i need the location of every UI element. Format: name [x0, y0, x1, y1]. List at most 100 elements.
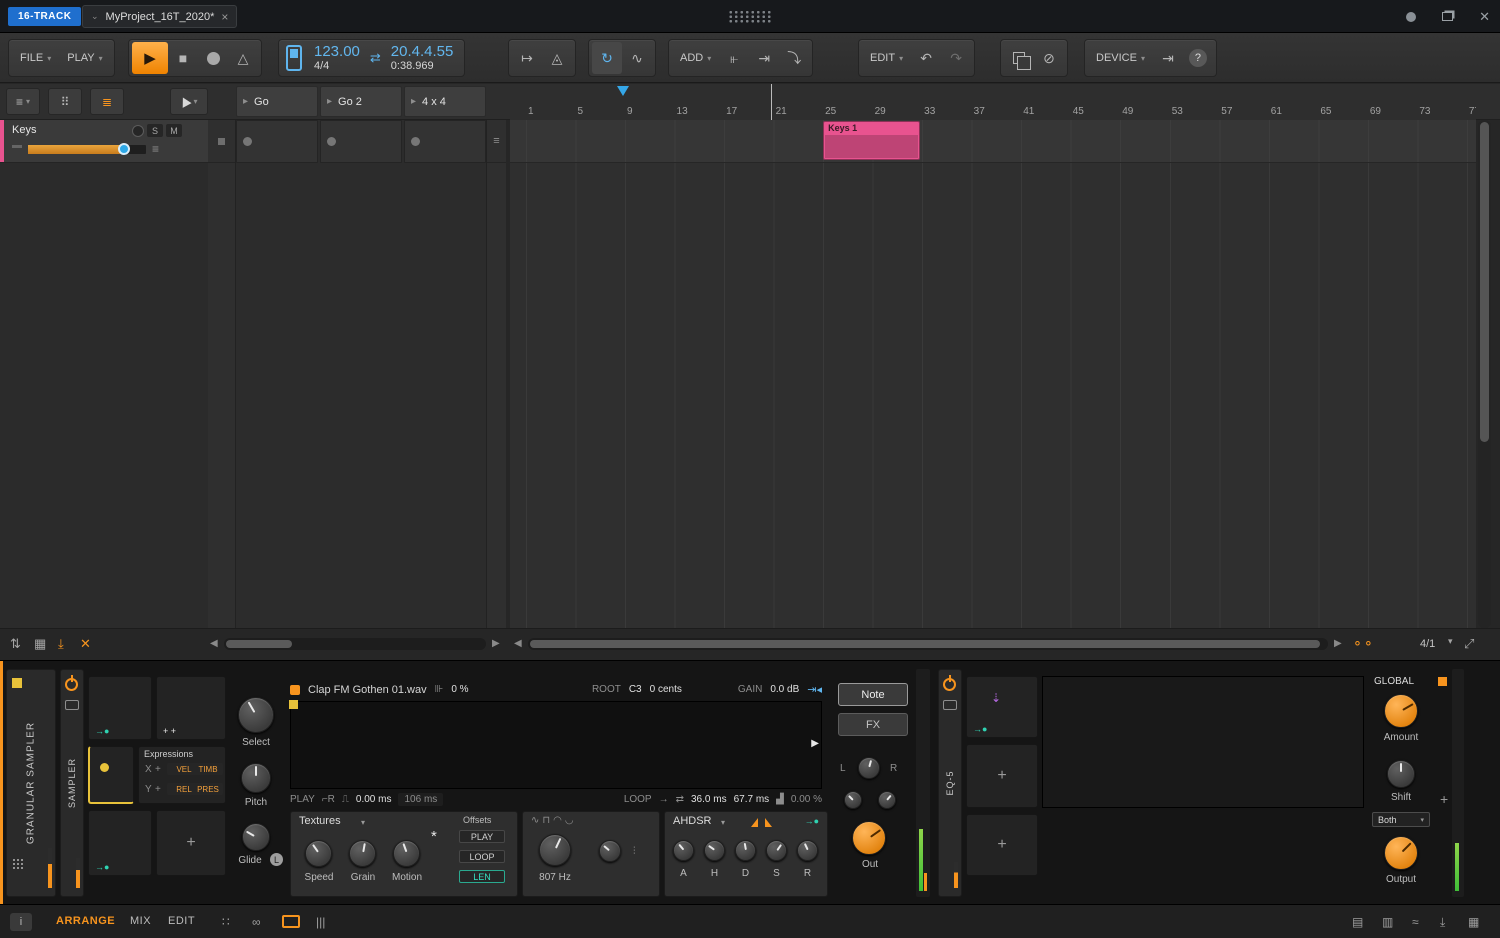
timeline-ruler[interactable]: 1 5 9 13 17 21 25 29 33 37 41 45 49 53 57 61 65 69 73 77 — [510, 84, 1476, 120]
reverse-icon[interactable]: ⌐R — [322, 794, 335, 805]
eq-power-button[interactable] — [943, 675, 956, 691]
columns-icon[interactable]: ||| — [316, 915, 325, 929]
play-scene-icon[interactable]: ▸ — [411, 96, 416, 107]
launcher-scrollbar-thumb[interactable] — [226, 640, 292, 648]
solo-button[interactable]: S — [147, 124, 163, 137]
redo-icon[interactable]: ↷ — [941, 42, 971, 74]
drag-handle-icon[interactable] — [12, 858, 24, 870]
loop-toggle-icon[interactable]: ↻ — [592, 42, 622, 74]
device-button[interactable]: DEVICE ▾ — [1088, 42, 1153, 74]
swing-icon[interactable]: ∿ — [622, 42, 652, 74]
timb-button[interactable]: TIMB — [193, 763, 223, 775]
eq-add-mod-slot-2[interactable]: + — [966, 814, 1038, 876]
ruler-tick[interactable]: 53 — [1172, 106, 1183, 117]
ruler-tick[interactable]: 69 — [1370, 106, 1381, 117]
clip-slot[interactable] — [236, 120, 318, 163]
xy-dot[interactable] — [100, 763, 109, 772]
filter-shape-icons[interactable]: ∿⊓◠◡ — [531, 815, 577, 826]
ruler-tick[interactable]: 57 — [1221, 106, 1232, 117]
y-add-icon[interactable]: + — [155, 784, 161, 795]
browser-panel-icon[interactable]: ▤ — [1352, 915, 1363, 929]
shift-knob[interactable] — [1387, 760, 1415, 788]
ruler-tick[interactable]: 1 — [528, 106, 534, 117]
ruler-tick[interactable]: 25 — [825, 106, 836, 117]
view-arrange[interactable]: ARRANGE — [56, 915, 115, 927]
project-tab-close-icon[interactable]: × — [221, 10, 228, 24]
grid-toggle-icon[interactable]: ▦ — [34, 636, 46, 652]
clip-stop-cell[interactable] — [208, 120, 235, 163]
ruler-tick[interactable]: 65 — [1320, 106, 1331, 117]
ruler-tick[interactable]: 37 — [974, 106, 985, 117]
view-mix[interactable]: MIX — [130, 915, 151, 927]
ramp-down-icon[interactable] — [765, 818, 772, 827]
delete-icon[interactable]: ⊘ — [1034, 42, 1064, 74]
record-slot-icon[interactable] — [243, 136, 252, 146]
offset-len-button[interactable]: LEN — [459, 870, 505, 883]
modulator-steps-widget[interactable]: →● — [88, 676, 152, 740]
project-template-badge[interactable]: 16-TRACK — [8, 7, 82, 26]
zoom-fit-icon[interactable]: ⇥◂ — [807, 683, 822, 696]
gain-value[interactable]: 0.0 dB — [770, 684, 799, 695]
eq-mod-route-icon[interactable]: →● — [973, 724, 987, 734]
record-slot-icon[interactable] — [411, 136, 420, 146]
volume-slider[interactable] — [28, 142, 146, 155]
launcher-scroll-right-icon[interactable]: ▶ — [492, 638, 500, 649]
insert-device-icon[interactable]: ⇥ — [1153, 42, 1183, 74]
glide-knob[interactable] — [242, 823, 270, 851]
launcher-scrollbar[interactable] — [224, 638, 486, 650]
spread-knob[interactable] — [878, 791, 896, 809]
position-display[interactable]: 20.4.4.55 0:38.969 — [383, 43, 462, 73]
arranger-scroll-right-icon[interactable]: ▶ — [1334, 638, 1342, 649]
project-tab[interactable]: ⌄ MyProject_16T_2020* × — [82, 5, 238, 28]
root-note[interactable]: C3 — [629, 684, 642, 695]
offset-play-button[interactable]: PLAY — [459, 830, 505, 843]
piano-panel-icon[interactable]: ▦ — [1468, 915, 1479, 929]
modulator-random-widget[interactable]: + + — [156, 676, 226, 740]
dual-display-icon[interactable]: ∷ — [222, 915, 230, 929]
help-icon[interactable]: ? — [1183, 42, 1213, 74]
filter-freq-knob[interactable] — [539, 834, 571, 866]
sample-file-name[interactable]: Clap FM Gothen 01.wav — [308, 684, 427, 696]
ruler-tick[interactable]: 61 — [1271, 106, 1282, 117]
device-handle-icon[interactable] — [12, 678, 22, 688]
eq5-device-rail[interactable]: EQ-5 — [938, 669, 962, 897]
play-scene-icon[interactable]: ▸ — [327, 96, 332, 107]
launcher-scroll-left-icon[interactable]: ◀ — [210, 638, 218, 649]
decay-knob[interactable] — [735, 840, 756, 861]
tap-tempo-icon[interactable]: △ — [228, 42, 258, 74]
active-display-icon[interactable] — [282, 915, 300, 928]
auto-scroll-icon[interactable]: ⤵ — [779, 42, 809, 74]
power-button[interactable] — [65, 675, 78, 691]
eq-handle-icon[interactable] — [1438, 677, 1447, 686]
loop-start-value[interactable]: 36.0 ms — [691, 794, 727, 805]
xy-modulator-widget[interactable] — [88, 746, 134, 804]
output-knob[interactable] — [1384, 836, 1418, 870]
fade-icon[interactable]: ⎍ — [342, 794, 349, 805]
offset-loop-button[interactable]: LOOP — [459, 850, 505, 863]
clip-slot[interactable] — [404, 120, 486, 163]
track-header[interactable]: Keys S M ≡ — [0, 120, 208, 163]
envelope-caret-icon[interactable]: ▾ — [721, 818, 725, 827]
monitor-icon[interactable] — [65, 700, 79, 710]
swap-arrows-icon[interactable]: ⇄ — [370, 50, 381, 66]
out-knob[interactable] — [852, 821, 886, 855]
textures-title[interactable]: Textures — [299, 815, 341, 827]
tempo-device-icon[interactable] — [286, 45, 302, 71]
view-edit[interactable]: EDIT — [168, 915, 195, 927]
modulator-curve-widget[interactable]: →● — [88, 810, 152, 876]
play-menu[interactable]: PLAY ▾ — [59, 42, 110, 74]
follow-playback-icon[interactable]: ⇥ — [749, 42, 779, 74]
download-panel-icon[interactable]: ⤓ — [1440, 915, 1445, 930]
eq-monitor-icon[interactable] — [943, 700, 957, 710]
scene-header-1[interactable]: ▸ Go — [236, 86, 318, 117]
ruler-tick[interactable]: 77 — [1469, 106, 1476, 117]
punch-in-icon[interactable]: ↦ — [512, 42, 542, 74]
mute-button[interactable]: M — [166, 124, 182, 137]
ruler-tick[interactable]: 41 — [1023, 106, 1034, 117]
vertical-scrollbar[interactable] — [1478, 120, 1491, 628]
add-button[interactable]: ADD ▾ — [672, 42, 719, 74]
release-knob[interactable] — [797, 840, 818, 861]
pres-button[interactable]: PRES — [193, 783, 223, 795]
loop-fade-value[interactable]: 0.00 % — [791, 794, 822, 805]
root-cents[interactable]: 0 cents — [650, 684, 682, 695]
